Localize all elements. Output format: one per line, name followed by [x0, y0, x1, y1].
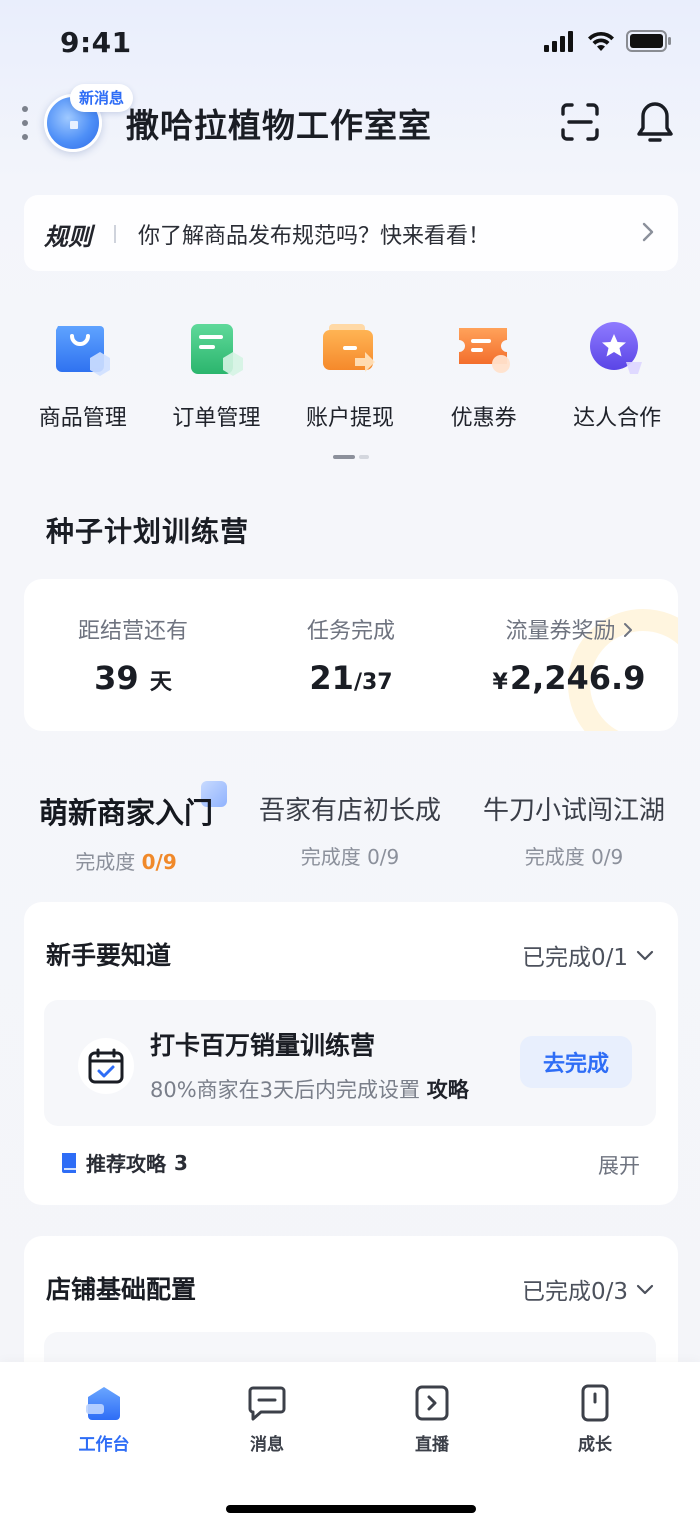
- wifi-icon: [588, 31, 614, 51]
- level-progress: 完成度 0/9: [75, 850, 177, 874]
- quick-item-label: 商品管理: [38, 406, 127, 431]
- expand-button[interactable]: 展开: [598, 1150, 640, 1180]
- live-icon: [415, 1385, 449, 1421]
- calendar-check-icon: [78, 1038, 134, 1094]
- wallet-icon: [319, 318, 381, 380]
- more-menu-icon[interactable]: [18, 106, 32, 140]
- signal-icon: [544, 31, 573, 52]
- tab-growth[interactable]: 成长: [535, 1384, 655, 1455]
- chevron-down-icon: [636, 950, 654, 960]
- go-complete-button[interactable]: 去完成: [520, 1036, 632, 1088]
- tasks-completed-stat: 任务完成 21/37: [242, 613, 460, 697]
- traffic-coupon-reward-stat[interactable]: 流量券奖励 ¥2,246.9: [460, 613, 678, 697]
- stat-value: ¥2,246.9: [492, 659, 646, 697]
- level-progress: 完成度 0/9: [300, 845, 400, 869]
- recommended-guide[interactable]: 推荐攻略 3: [60, 1148, 188, 1177]
- section-title: 种子计划训练营: [46, 515, 250, 548]
- status-time: 9:41: [60, 26, 132, 59]
- level-name: 萌新商家入门: [38, 796, 213, 830]
- rules-text: 你了解商品发布规范吗？快来看看！: [138, 224, 491, 249]
- tab-label: 成长: [578, 1435, 612, 1455]
- quick-item-label: 订单管理: [172, 406, 261, 431]
- book-icon: [62, 1152, 76, 1173]
- scan-icon[interactable]: [560, 102, 600, 142]
- message-icon: [248, 1386, 286, 1421]
- card-title: 店铺基础配置: [46, 1275, 197, 1304]
- tab-label: 直播: [415, 1435, 449, 1455]
- level-progress: 完成度 0/9: [524, 845, 624, 869]
- tab-label: 消息: [250, 1435, 284, 1455]
- coupon-icon: [453, 318, 515, 380]
- quick-item-label: 达人合作: [573, 406, 662, 431]
- level-name: 牛刀小试闯江湖: [482, 796, 665, 826]
- tab-label: 工作台: [78, 1435, 130, 1455]
- stat-value: 39 天: [94, 659, 172, 697]
- completion-toggle[interactable]: 已完成0/1: [522, 938, 654, 972]
- camp-stats-card: 距结营还有 39 天 任务完成 21/37 流量券奖励 ¥2,246.9: [24, 579, 678, 731]
- quick-item-product-management[interactable]: 商品管理: [16, 318, 150, 438]
- shop-name[interactable]: 撒哈拉植物工作室室: [126, 99, 432, 147]
- tab-messages[interactable]: 消息: [207, 1384, 327, 1455]
- chevron-right-icon: [642, 222, 654, 242]
- tab-live[interactable]: 直播: [372, 1384, 492, 1455]
- shopping-bag-icon: [52, 318, 114, 380]
- chevron-right-icon: [623, 623, 632, 637]
- rules-banner[interactable]: 规则 你了解商品发布规范吗？快来看看！: [24, 195, 678, 271]
- quick-item-order-management[interactable]: 订单管理: [150, 318, 284, 438]
- card-title: 新手要知道: [46, 941, 172, 970]
- tab-workbench[interactable]: 工作台: [44, 1384, 164, 1455]
- days-remaining-stat: 距结营还有 39 天: [24, 613, 242, 697]
- star-icon: [586, 318, 648, 380]
- quick-item-withdraw[interactable]: 账户提现: [283, 318, 417, 438]
- home-indicator: [226, 1505, 476, 1513]
- bell-icon[interactable]: [635, 100, 675, 144]
- stat-label: 流量券奖励: [460, 613, 678, 645]
- quick-item-influencer[interactable]: 达人合作: [550, 318, 684, 438]
- task-name: 打卡百万销量训练营: [150, 1031, 376, 1060]
- stat-label: 距结营还有: [77, 619, 188, 644]
- page-indicator: [333, 455, 369, 459]
- level-name: 吾家有店初长成: [258, 796, 441, 826]
- task-description: 80%商家在3天后内完成设置 攻略: [150, 1078, 469, 1102]
- task-item: 打卡百万销量训练营 80%商家在3天后内完成设置 攻略 去完成: [44, 1000, 656, 1126]
- battery-icon: [626, 30, 671, 52]
- chevron-down-icon: [636, 1284, 654, 1294]
- rules-tag: 规则: [44, 223, 92, 251]
- quick-item-label: 账户提现: [305, 406, 394, 431]
- divider: [114, 225, 116, 243]
- level-tab-3[interactable]: 牛刀小试闯江湖 完成度 0/9: [464, 790, 684, 870]
- growth-icon: [581, 1384, 609, 1422]
- stat-value: 21/37: [309, 659, 393, 697]
- quick-item-coupon[interactable]: 优惠券: [417, 318, 551, 438]
- workbench-icon: [86, 1387, 120, 1420]
- level-tab-1[interactable]: 萌新商家入门 完成度 0/9: [16, 790, 236, 875]
- task-group-card: 新手要知道 已完成0/1 打卡百万销量训练营 80%商家在3天后内完成设置 攻略…: [24, 902, 678, 1205]
- quick-menu: 商品管理 订单管理 账户提现 优惠券 达人合作: [16, 318, 684, 438]
- completion-toggle[interactable]: 已完成0/3: [522, 1272, 654, 1306]
- quick-item-label: 优惠券: [450, 406, 517, 431]
- level-tab-2[interactable]: 吾家有店初长成 完成度 0/9: [240, 790, 460, 870]
- guide-link[interactable]: 攻略: [427, 1078, 469, 1102]
- order-icon: [185, 318, 247, 380]
- status-icons: [544, 30, 672, 52]
- new-message-badge[interactable]: 新消息: [70, 84, 134, 112]
- stat-label: 任务完成: [306, 619, 395, 644]
